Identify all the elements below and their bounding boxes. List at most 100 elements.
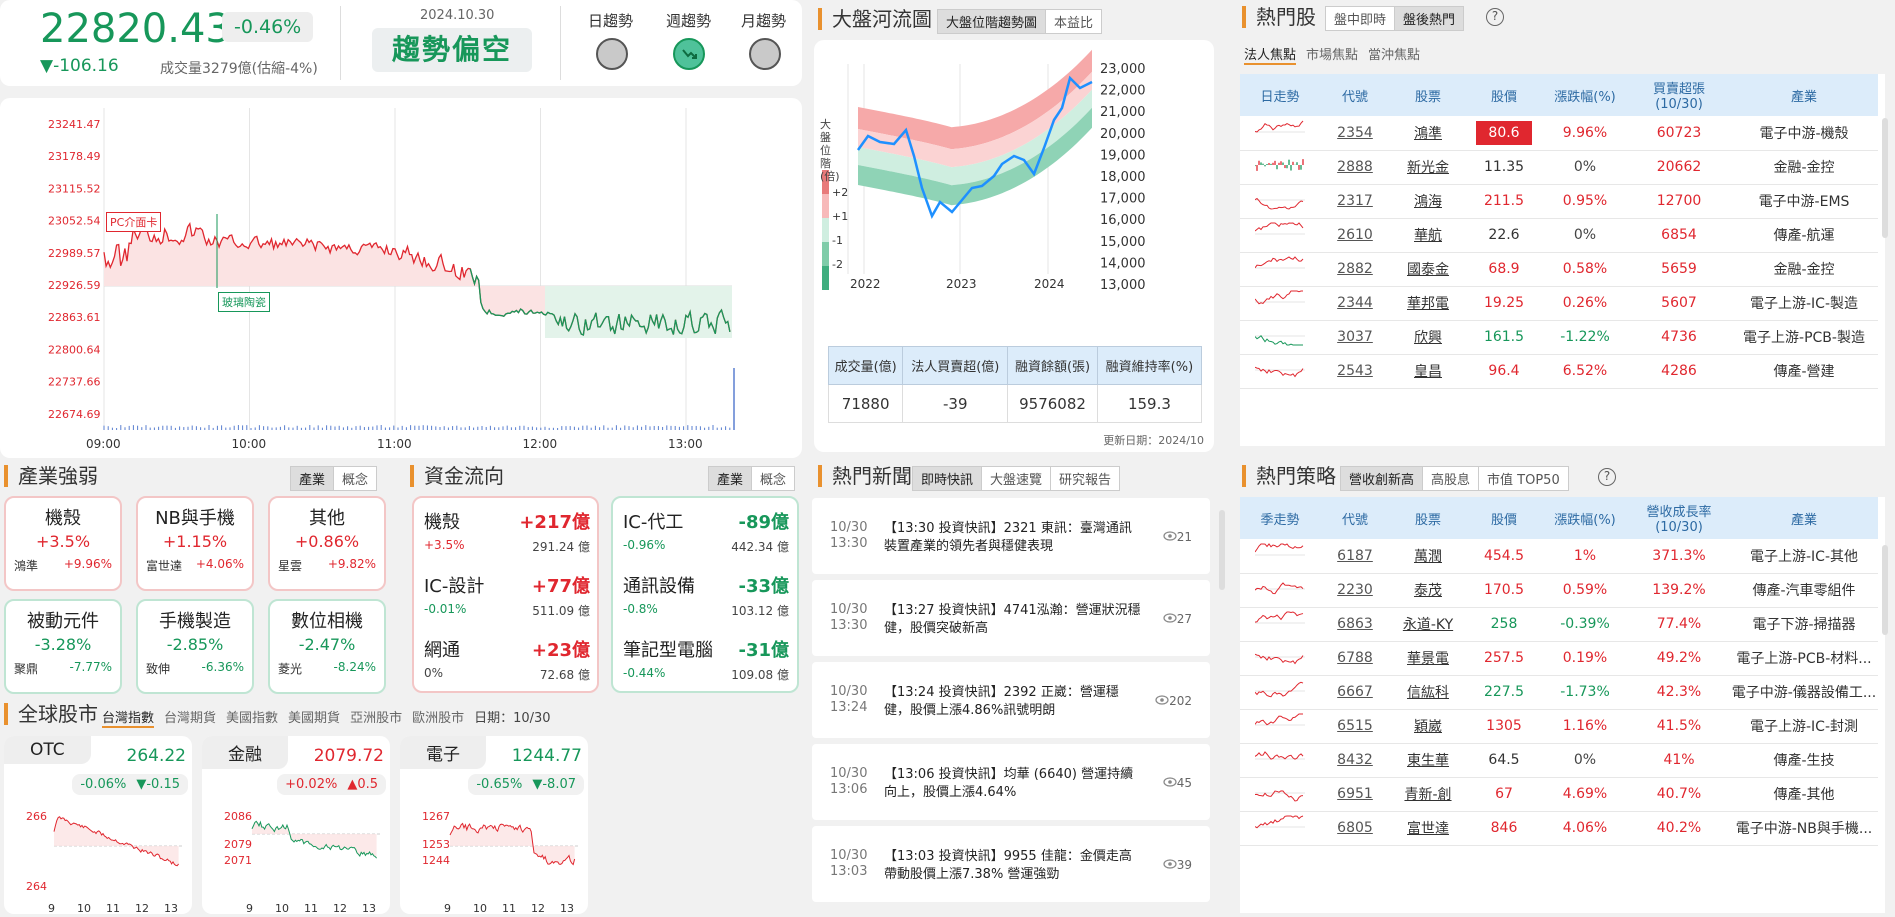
stock-code[interactable]: 6788	[1320, 641, 1390, 676]
news-item[interactable]: 10/30 13:30 【13:30 投資快訊】2321 東訊：臺灣通訊裝置產業的領…	[812, 498, 1210, 574]
news-scrollbar[interactable]	[1219, 510, 1225, 590]
table-row[interactable]: 6667 信紘科 227.5 -1.73% 42.3% 電子中游-儀器設備工...	[1240, 675, 1878, 710]
stock-code[interactable]: 2317	[1320, 184, 1390, 219]
tab-institutional-focus[interactable]: 法人焦點	[1244, 44, 1297, 65]
stock-code[interactable]: 6805	[1320, 811, 1390, 846]
table-row[interactable]: 6805 富世達 846 4.06% 40.2% 電子中游-NB與手機...	[1240, 811, 1878, 846]
stock-name[interactable]: 鴻海	[1390, 184, 1466, 219]
col-header[interactable]: 股價	[1466, 497, 1542, 539]
table-row[interactable]: 8432 東生華 64.5 0% 41% 傳產-生技	[1240, 743, 1878, 778]
tab-market-overview[interactable]: 大盤速覽	[982, 467, 1052, 490]
table-row[interactable]: 6515 穎崴 1305 1.16% 41.5% 電子上游-IC-封測	[1240, 709, 1878, 744]
help-icon[interactable]: ?	[1598, 468, 1616, 486]
stock-name[interactable]: 泰茂	[1390, 573, 1466, 608]
fund-flow-item[interactable]: 筆記型電腦 -31億 -0.44% 109.08 億	[615, 636, 795, 700]
table-row[interactable]: 2882 國泰金 68.9 0.58% 5659 金融-金控	[1240, 252, 1878, 287]
table-row[interactable]: 6951 青新-創 67 4.69% 40.7% 傳產-其他	[1240, 777, 1878, 812]
hot-scrollbar[interactable]	[1882, 118, 1888, 238]
stock-name[interactable]: 華邦電	[1390, 286, 1466, 321]
tab-tw-futures[interactable]: 台灣期貨	[164, 707, 216, 728]
industry-box[interactable]: 其他 +0.86% 星雲 +9.82%	[268, 496, 386, 591]
industry-box[interactable]: NB與手機 +1.15% 富世達 +4.06%	[136, 496, 254, 591]
fund-flow-item[interactable]: 通訊設備 -33億 -0.8% 103.12 億	[615, 572, 795, 636]
industry-box[interactable]: 數位相機 -2.47% 菱光 -8.24%	[268, 599, 386, 694]
daily-trend-indicator[interactable]	[596, 38, 628, 70]
stock-code[interactable]: 6187	[1320, 539, 1390, 574]
news-headline[interactable]: 【13:06 投資快訊】均華 (6640) 營運持續向上，股價上漲4.64%	[884, 766, 1144, 802]
stock-code[interactable]: 2543	[1320, 354, 1390, 389]
tab-tw-index[interactable]: 台灣指數	[102, 707, 155, 728]
tab-research[interactable]: 研究報告	[1051, 467, 1119, 490]
tab-top50[interactable]: 市值 TOP50	[1479, 467, 1568, 490]
news-item[interactable]: 10/30 13:30 【13:27 投資快訊】4741泓瀚：營運狀況穩健，股價突破…	[812, 580, 1210, 656]
news-item[interactable]: 10/30 13:03 【13:03 投資快訊】9955 佳龍：金價走高帶動股價上漲…	[812, 826, 1210, 902]
stock-name[interactable]: 萬潤	[1390, 539, 1466, 574]
leader-stock[interactable]: 鴻準	[14, 557, 38, 574]
col-header[interactable]: 漲跌幅(%)	[1542, 74, 1628, 116]
market-card[interactable]: 電子 1244.77 -0.65% ▼-8.07 1267 1253 1244 9 10 11 12…	[400, 736, 588, 915]
fund-flow-item[interactable]: 機殼 +217億 +3.5% 291.24 億	[416, 508, 596, 572]
tab-monthly-trend[interactable]: 月趨勢	[741, 10, 786, 31]
table-row[interactable]: 2317 鴻海 211.5 0.95% 12700 電子中游-EMS	[1240, 184, 1878, 219]
stock-code[interactable]: 6951	[1320, 777, 1390, 812]
table-row[interactable]: 2354 鴻準 80.6 9.96% 60723 電子中游-機殼	[1240, 116, 1878, 151]
stock-name[interactable]: 青新-創	[1390, 777, 1466, 812]
industry-box[interactable]: 被動元件 -3.28% 聚鼎 -7.77%	[4, 599, 122, 694]
leader-stock[interactable]: 菱光	[278, 660, 302, 677]
weekly-trend-indicator[interactable]	[673, 38, 705, 70]
tab-market-focus[interactable]: 市場焦點	[1306, 44, 1358, 65]
stock-code[interactable]: 2888	[1320, 150, 1390, 185]
col-header[interactable]: 代號	[1320, 497, 1390, 539]
table-row[interactable]: 2888 新光金 11.35 0% 20662 金融-金控	[1240, 150, 1878, 185]
tab-fund-concept[interactable]: 概念	[752, 467, 794, 490]
tab-daily-trend[interactable]: 日趨勢	[588, 10, 633, 31]
stock-name[interactable]: 國泰金	[1390, 252, 1466, 287]
stock-name[interactable]: 永道-KY	[1390, 607, 1466, 642]
stock-name[interactable]: 皇昌	[1390, 354, 1466, 389]
stock-code[interactable]: 8432	[1320, 743, 1390, 778]
tab-asia[interactable]: 亞洲股市	[350, 707, 402, 728]
col-header[interactable]: 股票	[1390, 497, 1466, 539]
strategy-scrollbar[interactable]	[1882, 545, 1888, 635]
news-item[interactable]: 10/30 13:06 【13:06 投資快訊】均華 (6640) 營運持續向上，股…	[812, 744, 1210, 820]
stock-name[interactable]: 富世達	[1390, 811, 1466, 846]
fund-flow-item[interactable]: IC-代工 -89億 -0.96% 442.34 億	[615, 508, 795, 572]
col-header[interactable]: 買賣超張 (10/30)	[1628, 74, 1730, 116]
col-header[interactable]: 股價	[1466, 74, 1542, 116]
table-row[interactable]: 6187 萬潤 454.5 1% 371.3% 電子上游-IC-其他	[1240, 539, 1878, 574]
tab-daytrade-focus[interactable]: 當沖焦點	[1368, 44, 1420, 65]
col-header[interactable]: 代號	[1320, 74, 1390, 116]
leader-stock[interactable]: 聚鼎	[14, 660, 38, 677]
table-row[interactable]: 3037 欣興 161.5 -1.22% 4736 電子上游-PCB-製造	[1240, 320, 1878, 355]
market-card[interactable]: 金融 2079.72 +0.02% ▲0.5 2086 2079 2071 9 10 11 12 13	[202, 736, 390, 915]
col-header[interactable]: 股票	[1390, 74, 1466, 116]
stock-name[interactable]: 華航	[1390, 218, 1466, 253]
tab-live-news[interactable]: 即時快訊	[913, 467, 983, 490]
leader-stock[interactable]: 星雲	[278, 557, 302, 574]
table-row[interactable]: 2230 泰茂 170.5 0.59% 139.2% 傳產-汽車零組件	[1240, 573, 1878, 608]
tab-industry[interactable]: 產業	[291, 467, 335, 490]
stock-code[interactable]: 2354	[1320, 116, 1390, 151]
tab-revenue-high[interactable]: 營收創新高	[1341, 467, 1424, 490]
news-headline[interactable]: 【13:30 投資快訊】2321 東訊：臺灣通訊裝置產業的領先者與穩健表現	[884, 520, 1144, 556]
news-headline[interactable]: 【13:03 投資快訊】9955 佳龍：金價走高帶動股價上漲7.38% 營運強勁	[884, 848, 1144, 884]
tab-intraday-live[interactable]: 盤中即時	[1326, 7, 1396, 30]
leader-stock[interactable]: 富世達	[146, 557, 182, 574]
tab-high-dividend[interactable]: 高股息	[1423, 467, 1480, 490]
fund-flow-item[interactable]: IC-設計 +77億 -0.01% 511.09 億	[416, 572, 596, 636]
stock-name[interactable]: 鴻準	[1390, 116, 1466, 151]
stock-name[interactable]: 信紘科	[1390, 675, 1466, 710]
table-row[interactable]: 2610 華航 22.6 0% 6854 傳產-航運	[1240, 218, 1878, 253]
tab-index-level[interactable]: 大盤位階趨勢圖	[938, 10, 1047, 33]
table-row[interactable]: 2543 皇昌 96.4 6.52% 4286 傳產-營建	[1240, 354, 1878, 389]
tab-us-futures[interactable]: 美國期貨	[288, 707, 340, 728]
table-row[interactable]: 6863 永道-KY 258 -0.39% 77.4% 電子下游-掃描器	[1240, 607, 1878, 642]
col-header[interactable]: 漲跌幅(%)	[1542, 497, 1628, 539]
industry-box[interactable]: 機殼 +3.5% 鴻準 +9.96%	[4, 496, 122, 591]
leader-stock[interactable]: 致伸	[146, 660, 170, 677]
tab-europe[interactable]: 歐洲股市	[412, 707, 464, 728]
table-row[interactable]: 2344 華邦電 19.25 0.26% 5607 電子上游-IC-製造	[1240, 286, 1878, 321]
news-headline[interactable]: 【13:24 投資快訊】2392 正崴：營運穩健，股價上漲4.86%訊號明朗	[884, 684, 1144, 720]
industry-box[interactable]: 手機製造 -2.85% 致伸 -6.36%	[136, 599, 254, 694]
help-icon[interactable]: ?	[1486, 8, 1504, 26]
